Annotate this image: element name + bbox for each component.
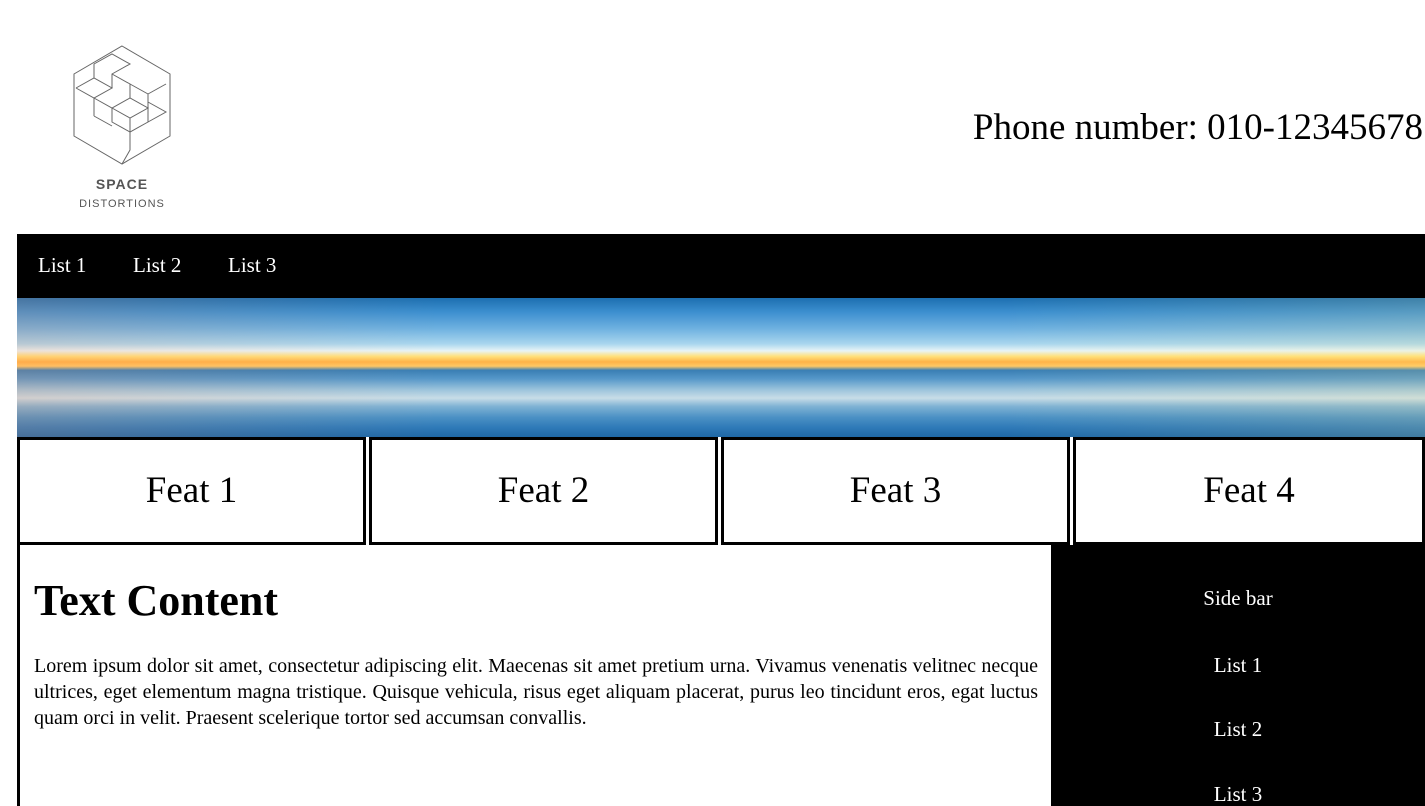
- sidebar: Side bar List 1 List 2 List 3: [1051, 545, 1425, 806]
- sidebar-item-list-1[interactable]: List 1: [1051, 653, 1425, 678]
- nav-item-list-3[interactable]: List 3: [228, 253, 276, 278]
- feature-box-1[interactable]: Feat 1: [17, 437, 366, 545]
- nav-item-list-1[interactable]: List 1: [38, 253, 86, 278]
- main-content: Text Content Lorem ipsum dolor sit amet,…: [17, 545, 1051, 806]
- nav-item-list-2[interactable]: List 2: [133, 253, 181, 278]
- logo-tagline: DISTORTIONS: [79, 198, 165, 210]
- feature-box-2[interactable]: Feat 2: [369, 437, 718, 545]
- feature-box-4[interactable]: Feat 4: [1073, 437, 1425, 545]
- sidebar-item-list-2[interactable]: List 2: [1051, 717, 1425, 742]
- top-nav: List 1 List 2 List 3: [17, 234, 1425, 298]
- page: SPACE DISTORTIONS Phone number: 010-1234…: [0, 0, 1425, 806]
- sidebar-title: Side bar: [1203, 586, 1273, 610]
- isometric-cube-stairs-icon: [73, 45, 171, 165]
- content-title: Text Content: [34, 576, 279, 625]
- feature-box-3[interactable]: Feat 3: [721, 437, 1070, 545]
- logo[interactable]: SPACE DISTORTIONS: [66, 42, 178, 214]
- features-row: Feat 1 Feat 2 Feat 3 Feat 4: [17, 437, 1425, 545]
- sky-horizon-sunset-image: [17, 298, 1425, 437]
- header: SPACE DISTORTIONS Phone number: 010-1234…: [0, 0, 1425, 234]
- logo-name: SPACE: [95, 176, 149, 192]
- content-body: Lorem ipsum dolor sit amet, consectetur …: [34, 655, 1038, 729]
- phone-number: Phone number: 010-12345678: [972, 107, 1423, 148]
- sidebar-item-list-3[interactable]: List 3: [1051, 782, 1425, 806]
